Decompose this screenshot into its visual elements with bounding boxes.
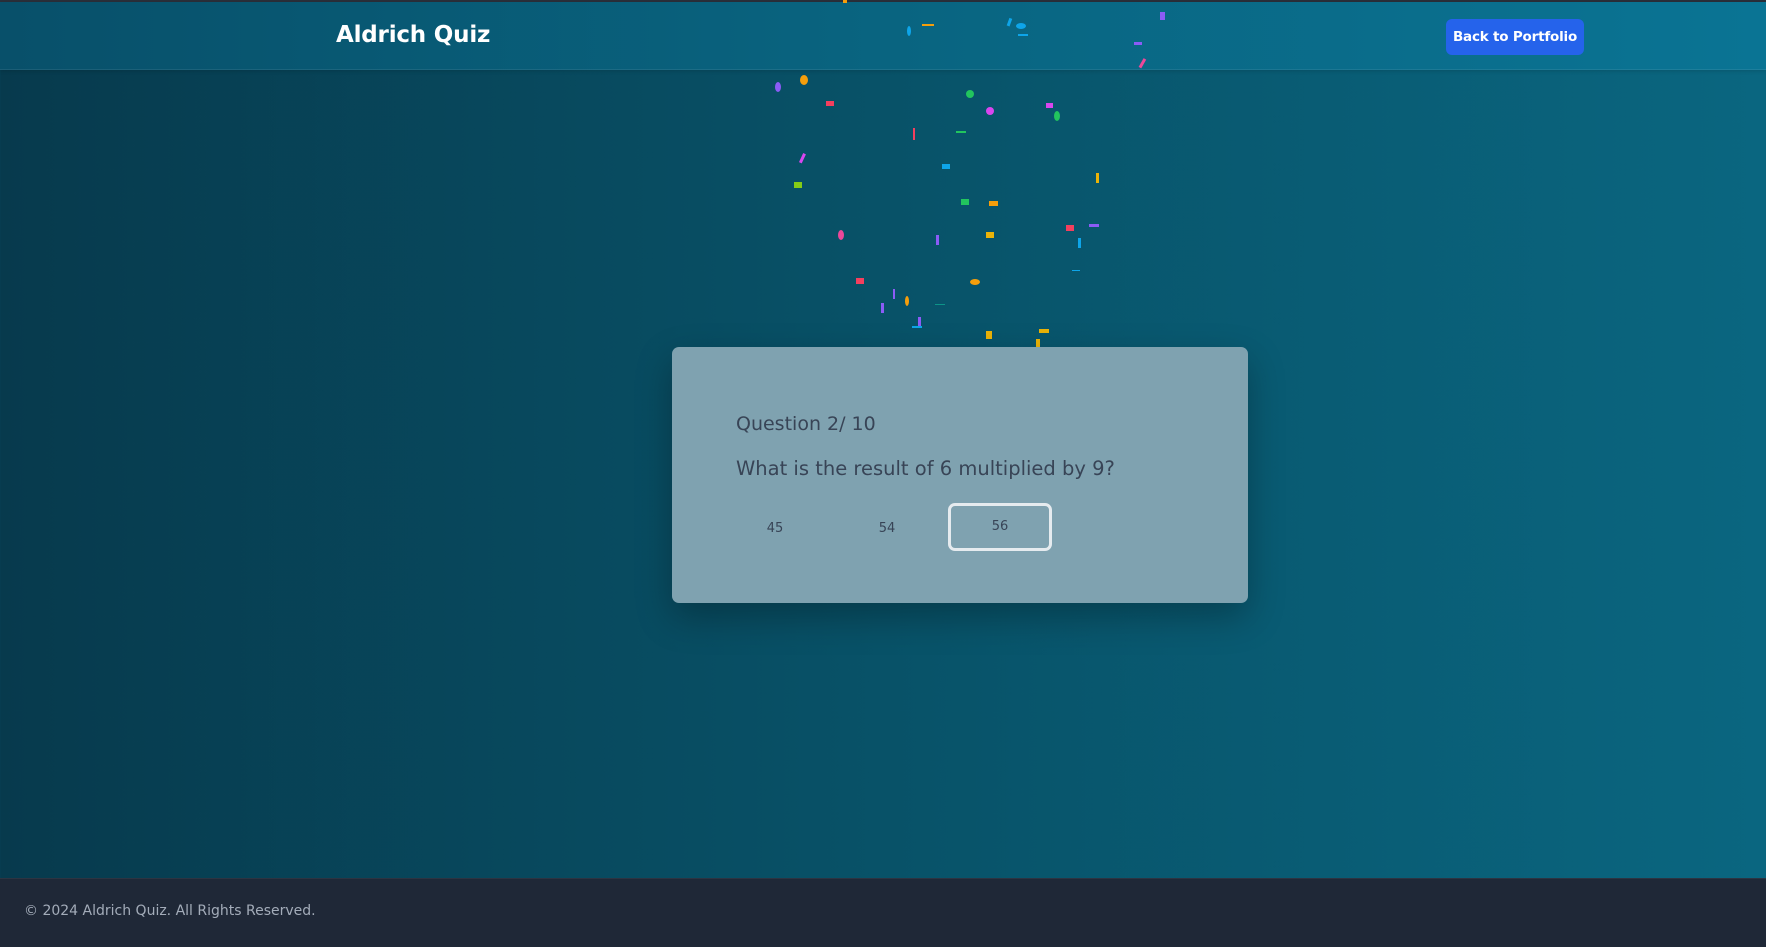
answer-option-54[interactable]: 54 bbox=[835, 503, 939, 551]
question-text: What is the result of 6 multiplied by 9? bbox=[736, 457, 1115, 480]
site-header: Aldrich Quiz Back to Portfolio bbox=[0, 2, 1766, 70]
back-to-portfolio-button[interactable]: Back to Portfolio bbox=[1446, 19, 1584, 55]
answer-option-56-selected[interactable]: 56 bbox=[948, 503, 1052, 551]
question-counter: Question 2/ 10 bbox=[736, 413, 876, 435]
brand-title[interactable]: Aldrich Quiz bbox=[336, 22, 490, 48]
site-footer: © 2024 Aldrich Quiz. All Rights Reserved… bbox=[0, 878, 1766, 947]
question-card: Question 2/ 10 What is the result of 6 m… bbox=[672, 347, 1248, 603]
answer-option-45[interactable]: 45 bbox=[723, 503, 827, 551]
copyright-text: © 2024 Aldrich Quiz. All Rights Reserved… bbox=[24, 903, 316, 919]
